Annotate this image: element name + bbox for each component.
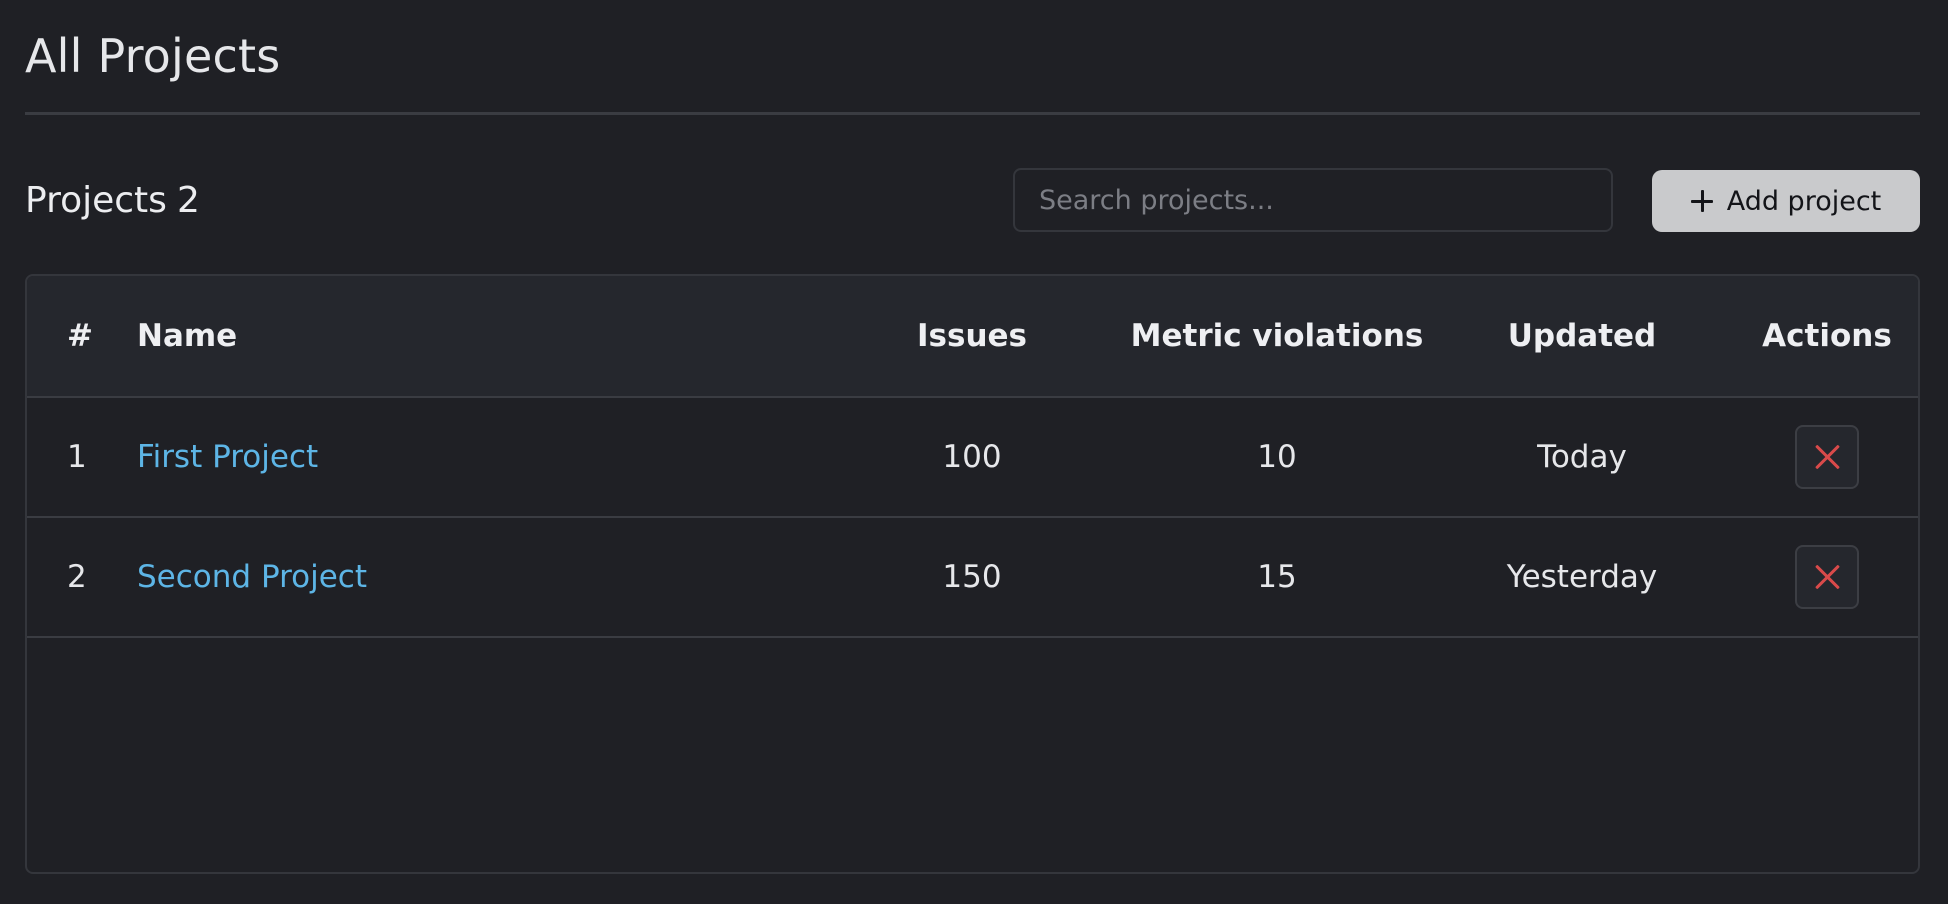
row-metric-violations: 15 [1257,559,1297,595]
projects-label: Projects [25,180,167,221]
table-row: 1 First Project 100 10 Today [27,398,1918,518]
row-updated: Yesterday [1506,559,1658,595]
projects-table: # Name Issues Metric violations Updated … [25,274,1920,874]
table-header: # Name Issues Metric violations Updated … [27,276,1918,398]
row-issues: 150 [942,559,1002,595]
column-header-issues: Issues [917,318,1027,354]
row-name-cell: Second Project [137,518,367,636]
search-projects-input[interactable] [1013,168,1613,232]
column-header-name: Name [137,318,238,354]
add-project-label: Add project [1726,185,1882,217]
add-project-button[interactable]: Add project [1652,170,1920,232]
row-index: 1 [67,439,87,475]
row-index: 2 [67,559,87,595]
project-link[interactable]: First Project [137,439,318,475]
close-icon [1814,444,1840,470]
row-updated: Today [1537,439,1627,475]
page-title: All Projects [25,29,281,83]
row-metric-violations: 10 [1257,439,1297,475]
projects-count: 2 [176,180,200,221]
column-header-updated: Updated [1507,318,1657,354]
delete-project-button[interactable] [1795,545,1859,609]
projects-toolbar: Projects2 Add project [25,168,1920,234]
delete-project-button[interactable] [1795,425,1859,489]
table-row: 2 Second Project 150 15 Yesterday [27,518,1918,638]
title-divider [25,112,1920,115]
column-header-index: # [67,318,93,354]
row-name-cell: First Project [137,398,318,516]
column-header-metric-violations: Metric violations [1130,318,1424,354]
row-issues: 100 [942,439,1002,475]
row-actions [1727,398,1918,516]
column-header-actions: Actions [1762,318,1892,354]
row-actions [1727,518,1918,636]
plus-icon [1690,190,1713,212]
projects-page: All Projects Projects2 Add project # Nam… [0,0,1948,904]
projects-count-heading: Projects 2 [25,168,200,234]
project-link[interactable]: Second Project [137,559,367,595]
close-icon [1814,564,1840,590]
